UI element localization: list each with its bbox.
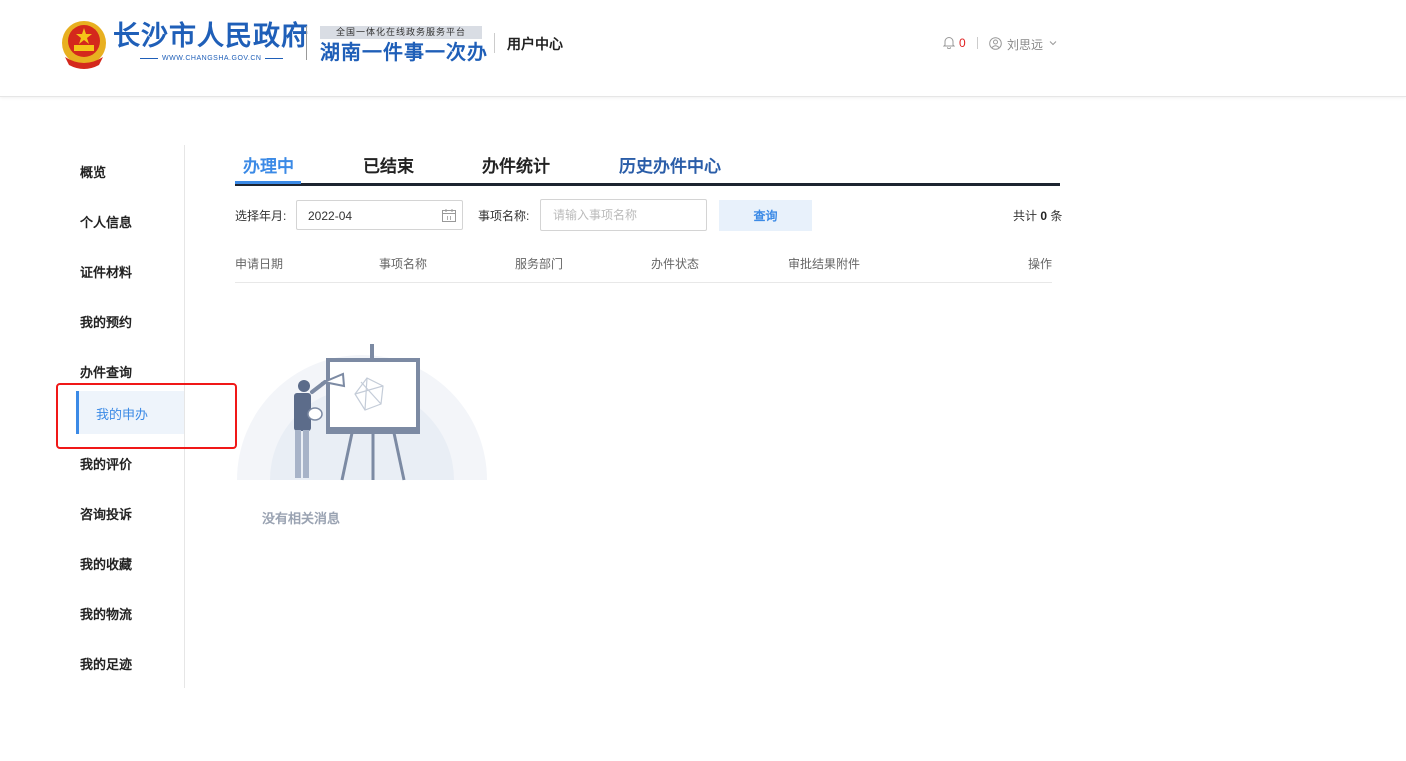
chevron-down-icon[interactable]	[1049, 39, 1057, 47]
column-apply-date: 申请日期	[235, 257, 284, 271]
tab-in-progress[interactable]: 办理中	[243, 152, 294, 177]
header-divider	[306, 26, 307, 60]
bell-icon[interactable]	[943, 36, 955, 49]
sidebar-item-documents[interactable]: 证件材料	[80, 262, 132, 281]
gov-name[interactable]: 长沙市人民政府	[113, 22, 309, 52]
empty-state-illustration	[237, 344, 487, 481]
empty-state-message: 没有相关消息	[262, 511, 341, 526]
user-icon[interactable]	[989, 37, 1002, 50]
total-suffix: 条	[1050, 209, 1063, 223]
platform-name[interactable]: 湖南一件事一次办	[320, 40, 488, 64]
table-header: 申请日期 事项名称 服务部门 办件状态 审批结果附件 操作	[235, 255, 1052, 283]
month-label: 选择年月:	[235, 209, 287, 223]
highlight-box	[56, 383, 237, 449]
section-title: 用户中心	[507, 36, 563, 52]
active-tab-indicator	[235, 181, 301, 184]
column-status: 办件状态	[651, 257, 700, 271]
sidebar-item-my-reviews[interactable]: 我的评价	[80, 454, 132, 473]
tab-finished[interactable]: 已结束	[363, 152, 414, 177]
gov-url: WWW.CHANGSHA.GOV.CN	[136, 55, 287, 62]
notification-count[interactable]: 0	[959, 36, 966, 50]
column-attachment: 审批结果附件	[788, 257, 861, 271]
column-actions: 操作	[1028, 257, 1053, 271]
platform-subtitle: 全国一体化在线政务服务平台	[320, 26, 482, 39]
item-name-label: 事项名称:	[478, 209, 530, 223]
column-item-name: 事项名称	[379, 257, 428, 271]
user-name[interactable]: 刘思远	[1007, 36, 1043, 53]
sidebar-item-favorites[interactable]: 我的收藏	[80, 554, 132, 573]
sidebar-item-consult-complaints[interactable]: 咨询投诉	[80, 504, 132, 523]
tab-statistics[interactable]: 办件统计	[482, 152, 550, 177]
sidebar-item-overview[interactable]: 概览	[80, 162, 106, 181]
national-emblem-icon[interactable]	[59, 19, 109, 71]
total-count: 共计 0 条	[1013, 207, 1062, 224]
sidebar-item-case-query[interactable]: 办件查询	[80, 362, 132, 381]
sidebar-item-footprints[interactable]: 我的足迹	[80, 654, 132, 673]
tab-bar: 办理中 已结束 办件统计 历史办件中心	[235, 146, 1060, 186]
total-prefix: 共计	[1013, 209, 1038, 223]
total-number: 0	[1040, 209, 1048, 223]
query-button[interactable]: 查询	[719, 200, 812, 231]
tab-history-center[interactable]: 历史办件中心	[619, 152, 721, 177]
header-divider	[977, 37, 978, 49]
column-service-dept: 服务部门	[515, 257, 564, 271]
sidebar-item-personal-info[interactable]: 个人信息	[80, 212, 132, 231]
month-value: 2022-04	[308, 209, 353, 223]
item-name-input[interactable]	[540, 199, 707, 231]
calendar-icon	[442, 209, 456, 222]
month-picker[interactable]: 2022-04	[296, 200, 463, 230]
top-header: 长沙市人民政府 WWW.CHANGSHA.GOV.CN 全国一体化在线政务服务平…	[0, 0, 1406, 97]
sidebar-item-appointments[interactable]: 我的预约	[80, 312, 132, 331]
header-divider	[494, 33, 495, 53]
sidebar-item-logistics[interactable]: 我的物流	[80, 604, 132, 623]
